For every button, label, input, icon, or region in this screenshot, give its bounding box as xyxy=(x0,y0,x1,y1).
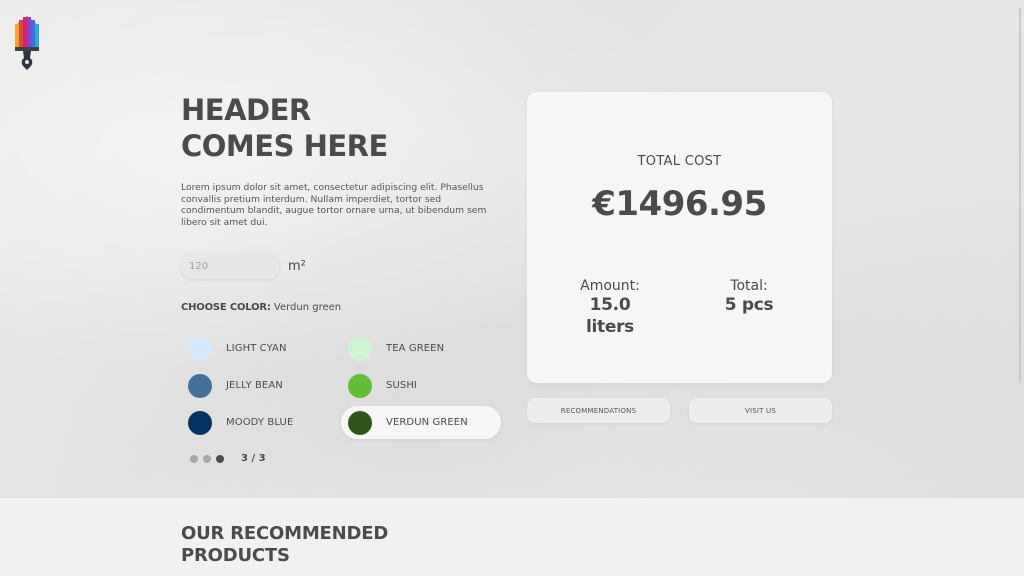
logo-stripe-red xyxy=(19,20,23,48)
area-input-row: m² xyxy=(181,253,306,279)
total-stat: Total: 5 pcs xyxy=(707,278,791,316)
scrollbar[interactable] xyxy=(1019,0,1024,498)
swatch-label: SUSHI xyxy=(386,380,417,391)
paintbrush-logo-icon[interactable] xyxy=(12,14,42,70)
swatch-moody-blue[interactable]: MOODY BLUE xyxy=(181,406,341,439)
page-count: 3 / 3 xyxy=(241,453,266,464)
recommended-title-line-1: OUR RECOMMENDED xyxy=(181,523,389,544)
swatch-label: MOODY BLUE xyxy=(226,417,294,428)
color-dot xyxy=(188,336,212,361)
total-cost-card: TOTAL COST €1496.95 Amount: 15.0 liters … xyxy=(527,92,832,383)
scrollbar-thumb[interactable] xyxy=(1019,8,1021,383)
color-dot xyxy=(188,373,212,398)
color-swatch-grid: LIGHT CYAN TEA GREEN JELLY BEAN SUSHI MO… xyxy=(181,332,503,439)
hero-description: Lorem ipsum dolor sit amet, consectetur … xyxy=(181,182,487,228)
total-cost-value: €1496.95 xyxy=(592,184,767,224)
recommendations-button[interactable]: RECOMMENDATIONS xyxy=(527,398,670,423)
choose-color-heading: CHOOSE COLOR: xyxy=(181,302,271,313)
swatch-pager: 3 / 3 xyxy=(190,453,266,464)
title-line-2: COMES HERE xyxy=(181,129,388,163)
swatch-label: VERDUN GREEN xyxy=(386,417,468,428)
amount-stat: Amount: 15.0 liters xyxy=(563,278,657,338)
choose-color-label: CHOOSE COLOR: Verdun green xyxy=(181,302,341,313)
logo-stripe-cyan xyxy=(35,24,39,48)
total-value: 5 pcs xyxy=(724,295,774,315)
logo-stripe-orange xyxy=(15,24,19,48)
total-cost-label: TOTAL COST xyxy=(637,154,722,169)
pager-dot-2[interactable] xyxy=(203,454,211,463)
swatch-label: JELLY BEAN xyxy=(226,380,283,391)
total-label: Total: xyxy=(730,278,768,294)
amount-label: Amount: xyxy=(580,278,640,294)
logo-handle-hole xyxy=(25,60,29,64)
hero-section xyxy=(0,0,1024,498)
swatch-label: LIGHT CYAN xyxy=(226,343,287,354)
pager-dot-3[interactable] xyxy=(216,454,224,463)
hero-content: HEADER COMES HERE Lorem ipsum dolor sit … xyxy=(181,92,501,228)
area-unit: m² xyxy=(288,258,306,274)
title-line-1: HEADER xyxy=(181,93,311,127)
swatch-verdun-green[interactable]: VERDUN GREEN xyxy=(341,406,501,439)
recommended-section xyxy=(0,498,1024,576)
recommended-products-title: OUR RECOMMENDED PRODUCTS xyxy=(181,523,388,567)
color-dot xyxy=(348,410,372,435)
pager-dot-1[interactable] xyxy=(190,454,198,463)
swatch-jelly-bean[interactable]: JELLY BEAN xyxy=(181,369,341,402)
color-dot xyxy=(348,336,372,361)
swatch-sushi[interactable]: SUSHI xyxy=(341,369,501,402)
logo-stripe-blue xyxy=(31,20,35,48)
logo-ferrule xyxy=(15,47,39,51)
amount-value: 15.0 liters xyxy=(585,295,634,337)
logo-stripe-pink xyxy=(23,17,27,48)
recommended-title-line-2: PRODUCTS xyxy=(181,545,290,566)
swatch-light-cyan[interactable]: LIGHT CYAN xyxy=(181,332,341,365)
swatch-tea-green[interactable]: TEA GREEN xyxy=(341,332,501,365)
logo-stripe-purple xyxy=(27,17,31,48)
color-dot xyxy=(188,410,212,435)
page-title: HEADER COMES HERE xyxy=(181,92,501,164)
color-dot xyxy=(348,373,372,398)
area-input[interactable] xyxy=(181,253,279,279)
selected-color-name: Verdun green xyxy=(273,302,342,313)
visit-us-button[interactable]: VISIT US xyxy=(689,398,832,423)
swatch-label: TEA GREEN xyxy=(386,343,445,354)
